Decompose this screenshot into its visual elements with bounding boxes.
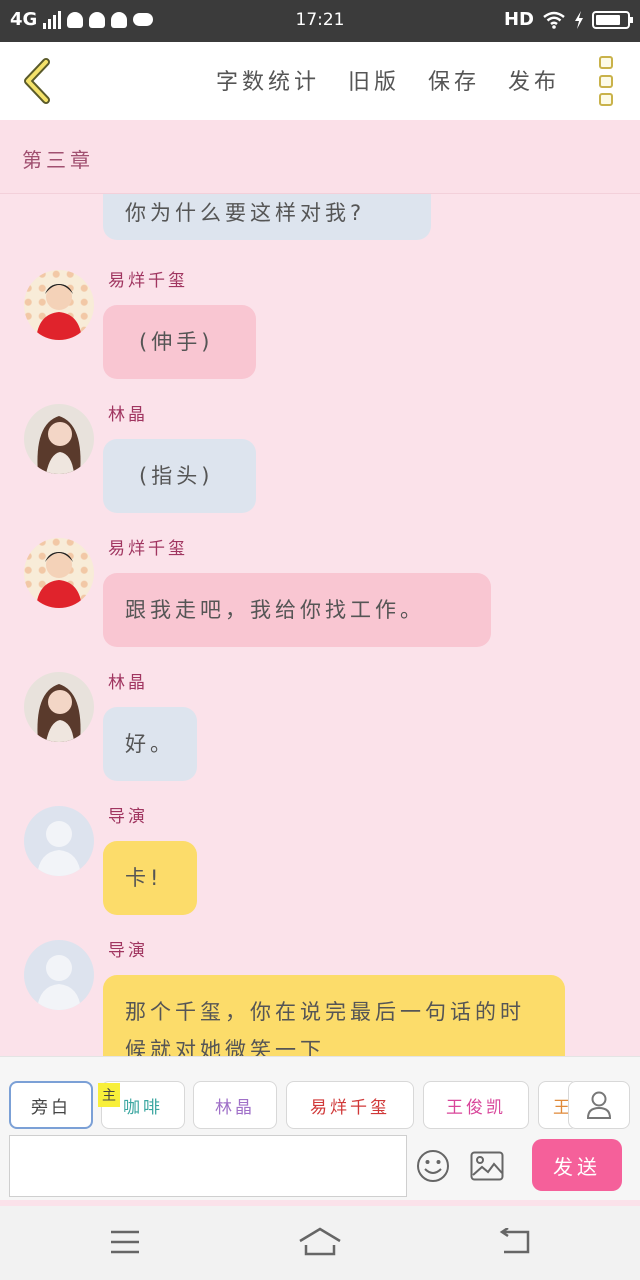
menu-button[interactable] xyxy=(103,1222,147,1262)
speaker-name: 易烊千玺 xyxy=(108,271,188,291)
more-menu-icon[interactable] xyxy=(596,56,616,106)
avatar[interactable] xyxy=(24,806,94,876)
publish-button[interactable]: 发布 xyxy=(508,64,560,96)
home-icon xyxy=(299,1227,341,1256)
word-count-button[interactable]: 字数统计 xyxy=(216,64,320,96)
message-bubble[interactable]: 好。 xyxy=(103,707,197,781)
menu-icon xyxy=(111,1230,139,1254)
boy-avatar-icon xyxy=(36,284,82,340)
avatar[interactable] xyxy=(24,404,94,474)
send-button[interactable]: 发送 xyxy=(532,1139,622,1191)
speaker-name: 林晶 xyxy=(108,405,148,425)
main-role-badge: 主 xyxy=(98,1083,120,1107)
girl-avatar-icon xyxy=(37,684,81,742)
image-icon[interactable] xyxy=(470,1151,504,1181)
speaker-name: 林晶 xyxy=(108,673,148,693)
chapter-title[interactable]: 第三章 xyxy=(22,144,94,173)
message-bubble[interactable]: (伸手) xyxy=(103,305,256,379)
role-tab-wangjunkai[interactable]: 王俊凯 xyxy=(423,1081,529,1129)
speaker-name: 易烊千玺 xyxy=(108,539,188,559)
composer: 旁白 咖啡 主 林晶 易烊千玺 王俊凯 王 发送 xyxy=(0,1056,640,1200)
chat-area[interactable]: 你为什么要这样对我? 易烊千玺 (伸手) 林晶 (指头) 易烊千玺 跟我走吧，我… xyxy=(0,194,640,1056)
toolbar-actions: 字数统计 旧版 保存 发布 xyxy=(216,64,560,96)
message-bubble[interactable]: (指头) xyxy=(103,439,256,513)
battery-icon xyxy=(592,10,633,29)
message-input[interactable] xyxy=(9,1135,407,1197)
avatar[interactable] xyxy=(24,672,94,742)
role-manager-button[interactable] xyxy=(568,1081,630,1129)
hd-label: HD xyxy=(503,9,534,30)
girl-avatar-icon xyxy=(37,416,81,474)
person-icon xyxy=(586,1091,612,1119)
role-tab-linjing[interactable]: 林晶 xyxy=(193,1081,277,1129)
speaker-name: 导演 xyxy=(108,941,148,961)
system-nav-bar xyxy=(0,1200,640,1280)
speaker-name: 导演 xyxy=(108,807,148,827)
return-button[interactable] xyxy=(493,1222,537,1262)
default-avatar-icon xyxy=(37,821,81,876)
wifi-icon xyxy=(543,11,565,29)
back-chevron-icon xyxy=(24,58,50,104)
home-button[interactable] xyxy=(298,1222,342,1262)
boy-avatar-icon xyxy=(36,552,82,608)
top-toolbar: 字数统计 旧版 保存 发布 xyxy=(0,42,640,120)
old-version-button[interactable]: 旧版 xyxy=(348,64,400,96)
charging-icon xyxy=(575,10,583,29)
back-button[interactable] xyxy=(14,54,60,108)
message-bubble[interactable]: 你为什么要这样对我? xyxy=(103,194,431,240)
status-right: HD xyxy=(503,9,633,30)
emoji-icon[interactable] xyxy=(416,1149,450,1183)
avatar[interactable] xyxy=(24,940,94,1010)
default-avatar-icon xyxy=(37,955,81,1010)
avatar[interactable] xyxy=(24,270,94,340)
role-tab-yiyangqianxi[interactable]: 易烊千玺 xyxy=(286,1081,414,1129)
message-bubble[interactable]: 卡! xyxy=(103,841,197,915)
status-bar: 4G 17:21 HD xyxy=(0,0,640,42)
save-button[interactable]: 保存 xyxy=(428,64,480,96)
avatar[interactable] xyxy=(24,538,94,608)
chapter-bar: 第三章 xyxy=(0,120,640,194)
role-tab-narration[interactable]: 旁白 xyxy=(9,1081,93,1129)
return-icon xyxy=(499,1228,530,1254)
message-bubble[interactable]: 那个千玺，你在说完最后一句话的时候就对她微笑一下 xyxy=(103,975,565,1056)
message-bubble[interactable]: 跟我走吧，我给你找工作。 xyxy=(103,573,491,647)
